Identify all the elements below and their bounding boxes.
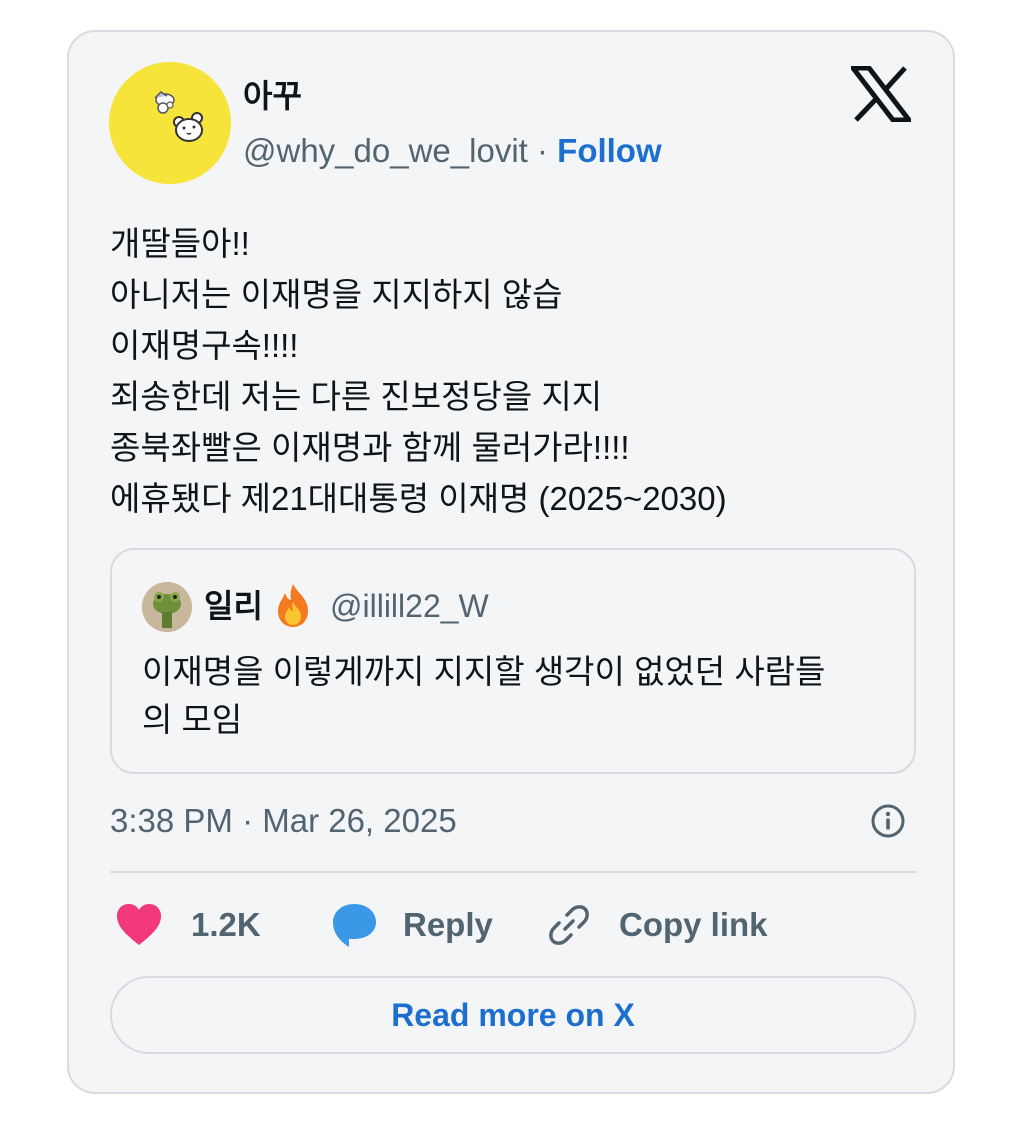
author-avatar[interactable] xyxy=(109,62,231,184)
reply-label: Reply xyxy=(403,906,493,943)
divider xyxy=(110,871,916,873)
tweet-line: 죄송한데 저는 다른 진보정당을 지지 xyxy=(110,378,603,415)
quote-author-handle: @illill22_W xyxy=(330,588,489,624)
quoted-tweet[interactable]: 일리 @illill22_W 이재명을 이렇게까지 지지할 생각이 없었던 사람… xyxy=(110,548,916,774)
tweet-line: 종북좌빨은 이재명과 함께 물러가라!!!! xyxy=(110,429,630,466)
tweet-line: 에휴됐다 제21대대통령 이재명 (2025~2030) xyxy=(110,480,727,517)
heart-icon xyxy=(117,904,161,945)
quote-text: 이재명을 이렇게까지 지지할 생각이 없었던 사람들 의 모임 xyxy=(142,648,882,744)
author-handle-row: @why_do_we_lovit · Follow xyxy=(243,130,662,172)
tweet-line: 아니저는 이재명을 지지하지 않습 xyxy=(110,276,563,313)
reply-bubble-icon xyxy=(333,904,376,947)
info-icon[interactable] xyxy=(869,802,907,840)
like-count: 1.2K xyxy=(191,906,261,943)
fire-icon xyxy=(268,580,318,630)
copy-link-button[interactable]: Copy link xyxy=(545,900,768,950)
like-button[interactable]: 1.2K xyxy=(115,900,261,950)
read-more-button[interactable]: Read more on X xyxy=(110,976,916,1054)
quote-text-line: 의 모임 xyxy=(142,701,243,738)
copy-link-label: Copy link xyxy=(619,906,768,943)
x-logo-icon[interactable] xyxy=(847,65,915,123)
bear-avatar-icon xyxy=(154,91,203,142)
handle-separator: · xyxy=(527,132,558,169)
quote-text-line: 이재명을 이렇게까지 지지할 생각이 없었던 사람들 xyxy=(142,653,826,690)
tweet-line: 개딸들아!! xyxy=(110,225,250,262)
tweet-timestamp[interactable]: 3:38 PM · Mar 26, 2025 xyxy=(110,800,457,842)
quote-author-name: 일리 xyxy=(204,588,263,624)
follow-link[interactable]: Follow xyxy=(557,132,661,169)
reply-button[interactable]: Reply xyxy=(329,900,493,950)
tweet-text: 개딸들아!! 아니저는 이재명을 지지하지 않습 이재명구속!!!! 죄송한데 … xyxy=(110,218,910,524)
author-display-name[interactable]: 아꾸 xyxy=(243,76,302,116)
quote-author-avatar xyxy=(142,582,192,632)
embedded-tweet-card: 아꾸 @why_do_we_lovit · Follow 개딸들아!! 아니저는… xyxy=(67,30,955,1094)
author-handle[interactable]: @why_do_we_lovit xyxy=(243,132,528,169)
frog-avatar-icon xyxy=(142,582,192,632)
link-icon xyxy=(549,905,589,945)
tweet-line: 이재명구속!!!! xyxy=(110,327,299,364)
